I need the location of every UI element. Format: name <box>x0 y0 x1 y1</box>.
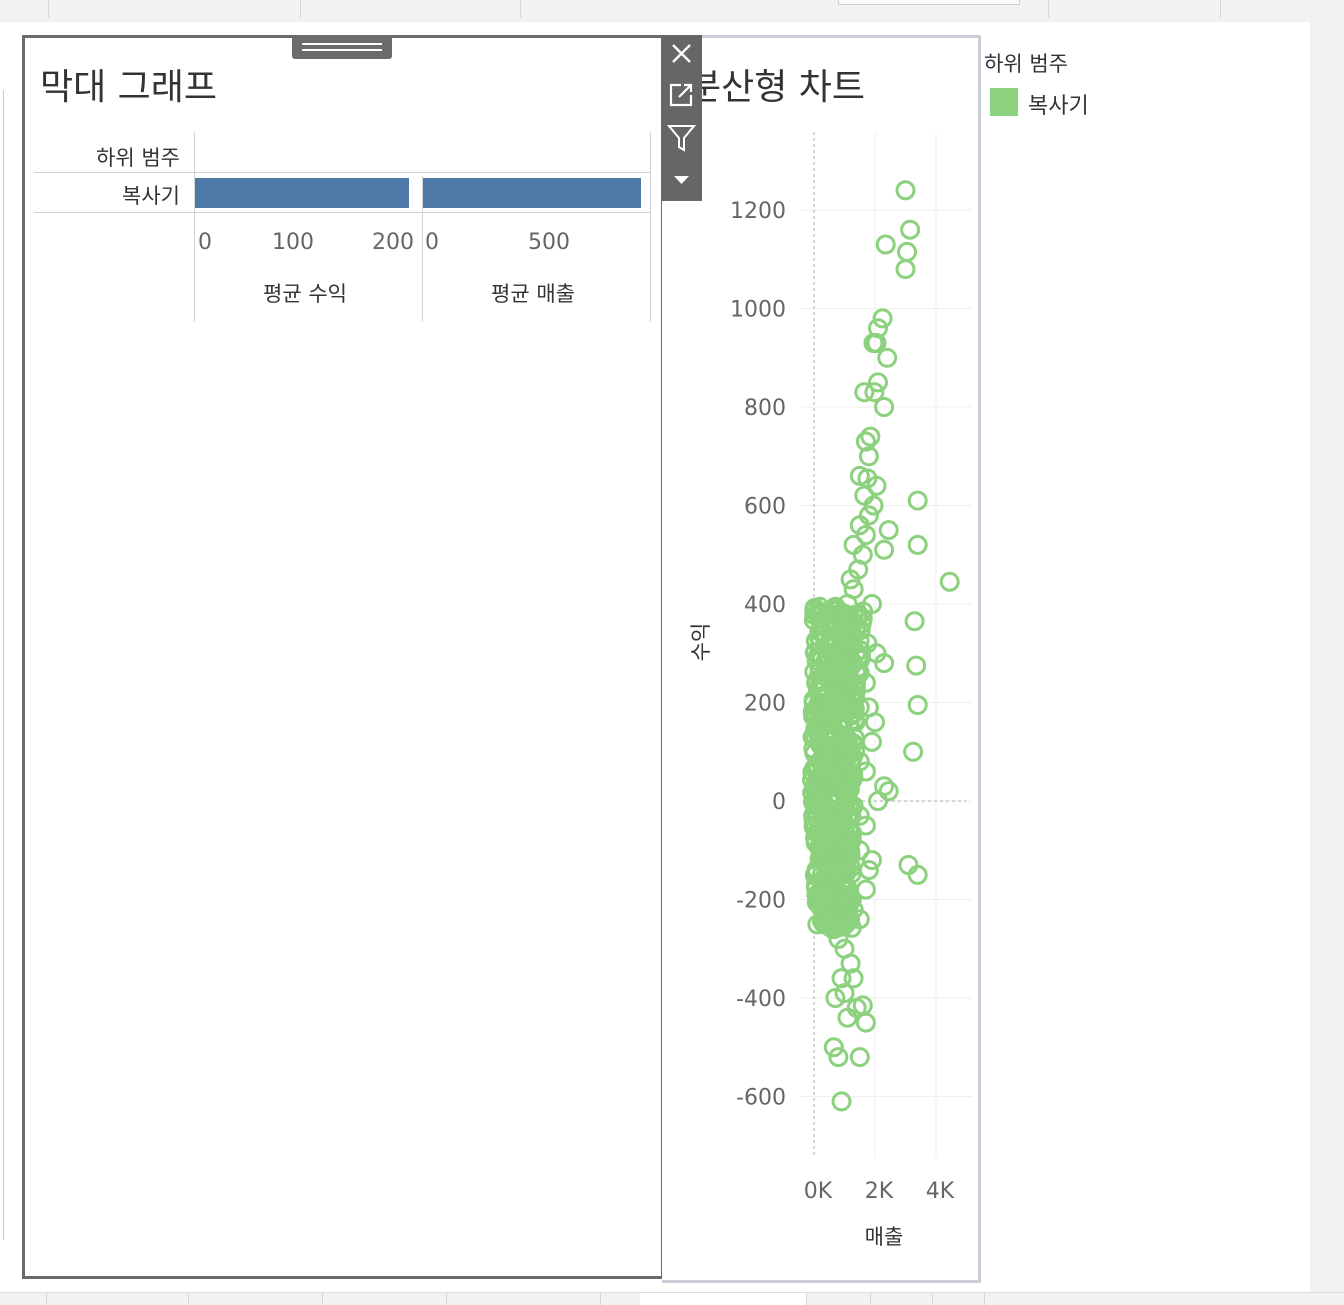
scatter-point[interactable] <box>862 731 882 752</box>
scatter-point[interactable] <box>939 571 960 592</box>
scatter-point[interactable] <box>898 855 919 875</box>
scatter-point[interactable] <box>907 695 928 715</box>
scatter-point[interactable] <box>907 490 928 511</box>
x-tick-label: 4K <box>926 1179 955 1204</box>
bottom-tab-strip <box>0 1292 1344 1305</box>
scatter-point[interactable] <box>877 347 898 368</box>
close-icon[interactable] <box>661 35 702 75</box>
scatter-point[interactable] <box>906 655 927 676</box>
scatter-point[interactable] <box>878 781 899 802</box>
scatter-point[interactable] <box>895 259 916 280</box>
scatter-point[interactable] <box>904 611 925 632</box>
scatter-point[interactable] <box>874 539 895 560</box>
scatter-point[interactable] <box>849 1047 870 1068</box>
scatter-point[interactable] <box>862 850 882 871</box>
scatter-point[interactable] <box>860 426 881 447</box>
y-axis-title: 수익 <box>689 623 713 662</box>
y-tick-label: 400 <box>744 593 786 618</box>
y-tick-label: 1000 <box>730 298 786 323</box>
worksheet-toolbar <box>661 35 702 201</box>
y-tick-label: 800 <box>744 396 786 421</box>
y-tick-label: 200 <box>744 692 786 717</box>
legend-item-label[interactable]: 복사기 <box>1028 88 1089 120</box>
external-link-icon[interactable] <box>661 75 702 115</box>
dropdown-arrow-icon[interactable] <box>661 159 702 199</box>
scatter-point[interactable] <box>875 234 896 255</box>
legend-swatch[interactable] <box>990 88 1018 116</box>
scatter-point[interactable] <box>903 741 924 762</box>
scatter-point[interactable] <box>855 1012 876 1033</box>
y-tick-label: 1200 <box>730 199 786 224</box>
scatter-point[interactable] <box>843 534 864 555</box>
scatter-point[interactable] <box>831 1091 852 1112</box>
scatter-point[interactable] <box>878 520 899 541</box>
y-tick-label: -200 <box>736 889 786 914</box>
legend-title: 하위 범주 <box>984 52 1068 76</box>
x-tick-label: 0K <box>804 1179 833 1204</box>
filter-icon[interactable] <box>661 117 702 157</box>
x-axis-title: 매출 <box>865 1225 904 1249</box>
scatter-point[interactable] <box>900 219 921 240</box>
scatter-point[interactable] <box>895 180 916 201</box>
y-tick-label: 0 <box>772 790 786 815</box>
x-tick-label: 2K <box>865 1179 894 1204</box>
scatter-point[interactable] <box>907 864 928 885</box>
scatter-point[interactable] <box>897 241 917 262</box>
scatter-point[interactable] <box>854 485 875 506</box>
scatter-point[interactable] <box>854 382 875 403</box>
y-tick-label: 600 <box>744 495 786 520</box>
y-tick-label: -600 <box>736 1086 786 1111</box>
y-tick-label: -400 <box>736 987 786 1012</box>
active-sheet-tab[interactable] <box>640 1293 806 1305</box>
scatter-point[interactable] <box>907 534 928 555</box>
